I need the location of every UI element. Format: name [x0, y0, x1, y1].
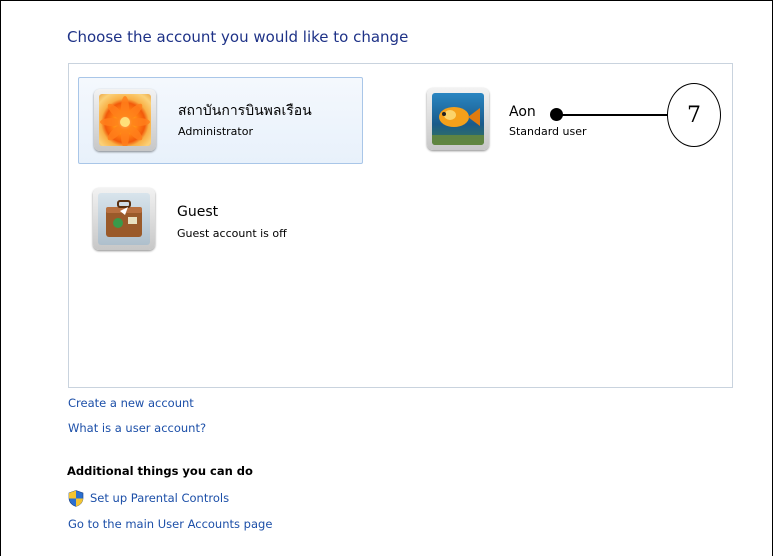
callout-number: 7	[667, 83, 721, 147]
callout-line	[562, 114, 668, 116]
page-title: Choose the account you would like to cha…	[67, 28, 409, 46]
parental-controls-link[interactable]: Set up Parental Controls	[90, 491, 229, 505]
main-user-accounts-link[interactable]: Go to the main User Accounts page	[68, 517, 272, 531]
account-name: สถาบันการบินพลเรือน	[178, 103, 312, 119]
callout-dot	[550, 108, 563, 121]
account-tile-administrator[interactable]: สถาบันการบินพลเรือน Administrator	[78, 77, 363, 164]
account-tile-guest[interactable]: Guest Guest account is off	[78, 176, 363, 263]
account-tile-aon[interactable]: Aon Standard user	[412, 77, 632, 164]
what-is-account-link[interactable]: What is a user account?	[68, 421, 206, 435]
additional-things-heading: Additional things you can do	[67, 464, 253, 478]
shield-icon	[68, 490, 84, 507]
orange-flower-icon	[94, 89, 156, 151]
suitcase-icon	[93, 188, 155, 250]
tropical-fish-icon	[427, 88, 489, 150]
account-name: Aon	[509, 104, 536, 120]
account-type: Administrator	[178, 125, 253, 138]
account-type: Guest account is off	[177, 227, 287, 240]
create-account-link[interactable]: Create a new account	[68, 396, 194, 410]
account-type: Standard user	[509, 125, 587, 138]
account-name: Guest	[177, 204, 219, 220]
